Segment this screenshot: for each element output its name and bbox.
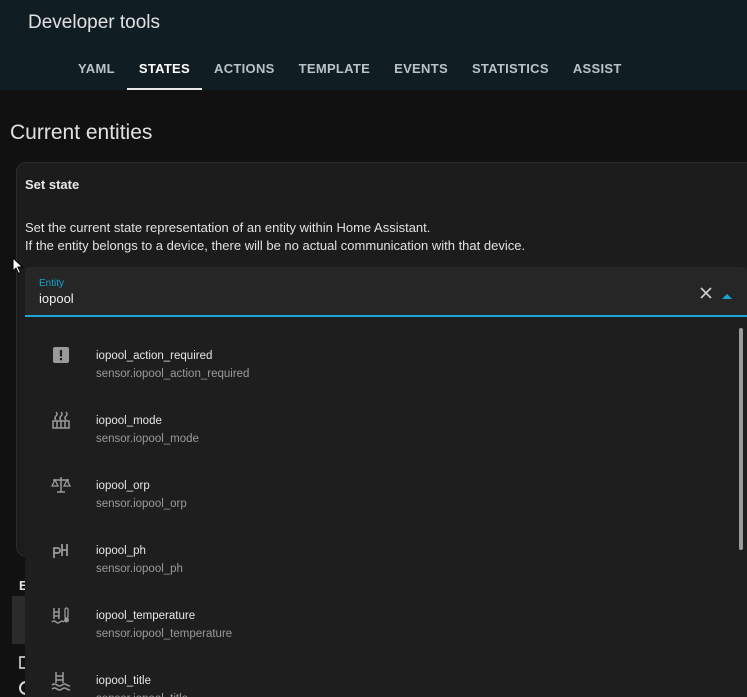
scale-balance-icon (50, 474, 72, 496)
entity-dropdown-list: iopool_action_required sensor.iopool_act… (25, 317, 747, 697)
description-line-2: If the entity belongs to a device, there… (25, 238, 526, 253)
description-line-1: Set the current state representation of … (25, 220, 431, 235)
entity-field-label: Entity (39, 278, 65, 289)
tab-states[interactable]: STATES (126, 50, 202, 90)
tab-assist[interactable]: ASSIST (561, 50, 634, 90)
entity-name: iopool_action_required (96, 350, 213, 362)
pool-heater-icon (50, 409, 72, 431)
tab-events[interactable]: EVENTS (382, 50, 460, 90)
chevron-up-icon[interactable] (721, 288, 733, 299)
pool-thermometer-icon (50, 604, 72, 626)
app-header: Developer tools YAML STATES ACTIONS TEMP… (0, 0, 747, 90)
list-item[interactable]: iopool_ph sensor.iopool_ph (25, 519, 737, 583)
list-item[interactable]: iopool_mode sensor.iopool_mode (25, 389, 737, 453)
dropdown-scrollbar[interactable] (739, 328, 743, 550)
entity-id: sensor.iopool_ph (96, 563, 183, 575)
tab-template[interactable]: TEMPLATE (287, 50, 383, 90)
ph-icon (50, 539, 72, 561)
entities-filter-box[interactable] (12, 596, 26, 644)
list-item[interactable]: iopool_orp sensor.iopool_orp (25, 454, 737, 518)
mouse-cursor-icon (12, 256, 24, 280)
entity-name: iopool_title (96, 675, 151, 687)
entity-input[interactable] (39, 291, 639, 306)
entity-name: iopool_ph (96, 545, 146, 557)
tab-statistics[interactable]: STATISTICS (460, 50, 561, 90)
entity-name: iopool_mode (96, 415, 162, 427)
entity-id: sensor.iopool_temperature (96, 628, 233, 640)
entity-id: sensor.iopool_action_required (96, 368, 250, 380)
entity-id: sensor.iopool_mode (96, 433, 199, 445)
entity-combobox[interactable]: Entity (25, 267, 747, 317)
tab-yaml[interactable]: YAML (66, 50, 127, 90)
list-item[interactable]: iopool_title sensor.iopool_title (25, 649, 737, 697)
tab-bar: YAML STATES ACTIONS TEMPLATE EVENTS STAT… (66, 50, 634, 90)
app-title: Developer tools (28, 12, 161, 33)
set-state-title: Set state (25, 177, 80, 192)
page-title: Current entities (10, 121, 153, 144)
tab-actions[interactable]: ACTIONS (202, 50, 287, 90)
entity-name: iopool_orp (96, 480, 150, 492)
entity-id: sensor.iopool_title (96, 693, 188, 697)
entity-id: sensor.iopool_orp (96, 498, 187, 510)
alert-box-icon (50, 344, 72, 366)
list-item[interactable]: iopool_temperature sensor.iopool_tempera… (25, 584, 737, 648)
clear-icon[interactable] (699, 286, 713, 300)
list-item[interactable]: iopool_action_required sensor.iopool_act… (25, 324, 737, 388)
set-state-description: Set the current state representation of … (25, 219, 525, 255)
entity-name: iopool_temperature (96, 610, 196, 622)
pool-icon (50, 669, 72, 691)
